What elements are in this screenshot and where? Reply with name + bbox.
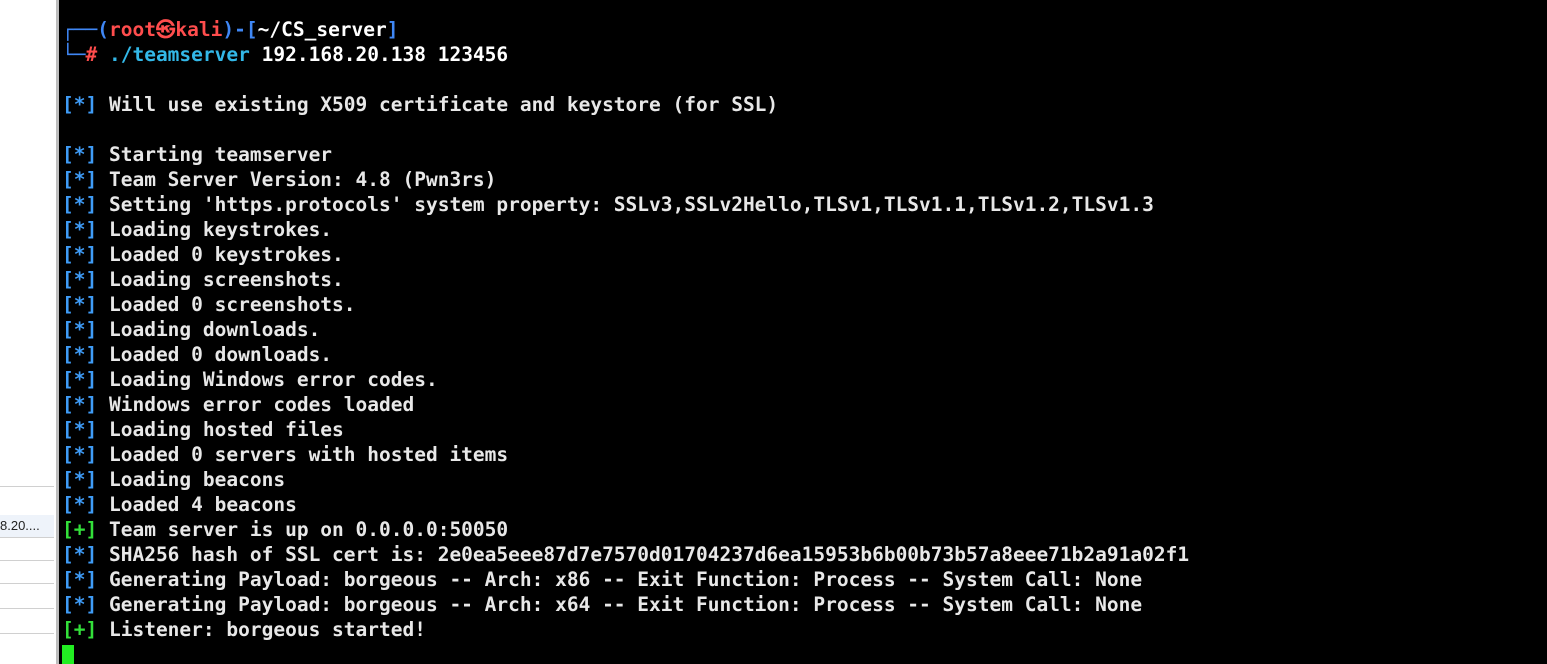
log-text: SHA256 hash of SSL cert is: 2e0ea5eee87d… xyxy=(108,543,1190,566)
info-tag: [*] xyxy=(62,193,98,216)
log-line: [*] Loading keystrokes. xyxy=(62,217,1189,242)
log-text: Loaded 0 screenshots. xyxy=(108,293,356,316)
log-line: [*] Team Server Version: 4.8 (Pwn3rs) xyxy=(62,167,1189,192)
prompt-line-1: ┌──(root㉿kali)-[~/CS_server] xyxy=(62,17,1189,42)
terminal-window[interactable]: ┌──(root㉿kali)-[~/CS_server] └─# ./teams… xyxy=(59,0,1547,664)
list-divider xyxy=(0,560,54,561)
info-tag: [*] xyxy=(62,168,98,191)
log-text: Loaded 0 servers with hosted items xyxy=(108,443,509,466)
log-text: Will use existing X509 certificate and k… xyxy=(108,93,779,116)
prompt-cwd: ~/CS_server xyxy=(257,18,387,41)
prompt-separator: )-[ xyxy=(222,18,258,41)
info-tag: [*] xyxy=(62,343,98,366)
info-tag: [*] xyxy=(62,443,98,466)
log-text: Loading Windows error codes. xyxy=(108,368,438,391)
log-line: [*] Loaded 0 servers with hosted items xyxy=(62,442,1189,467)
info-tag: [*] xyxy=(62,318,98,341)
info-tag: [*] xyxy=(62,543,98,566)
log-text: Loading downloads. xyxy=(108,318,321,341)
log-text: Loaded 0 keystrokes. xyxy=(108,243,344,266)
list-divider xyxy=(0,608,54,609)
log-text: Loading keystrokes. xyxy=(108,218,333,241)
log-line: [*] Loading downloads. xyxy=(62,317,1189,342)
log-line: [*] Loading screenshots. xyxy=(62,267,1189,292)
prompt-bracket-end: ] xyxy=(386,18,399,41)
info-tag: [*] xyxy=(62,593,98,616)
log-line: [*] Loading Windows error codes. xyxy=(62,367,1189,392)
log-text: Listener: borgeous started! xyxy=(108,618,426,641)
prompt-box-bottom: └─ xyxy=(62,43,86,66)
log-text: Loaded 4 beacons xyxy=(108,493,297,516)
log-line: [*] Generating Payload: borgeous -- Arch… xyxy=(62,567,1189,592)
info-tag: [*] xyxy=(62,243,98,266)
list-divider xyxy=(0,633,54,634)
cursor-line xyxy=(62,642,1189,664)
background-window-panel: 8.20.... xyxy=(0,0,57,664)
log-line: [*] Generating Payload: borgeous -- Arch… xyxy=(62,592,1189,617)
info-tag: [*] xyxy=(62,468,98,491)
log-text: Loading screenshots. xyxy=(108,268,344,291)
log-line: [*] Loading hosted files xyxy=(62,417,1189,442)
list-item-ip[interactable]: 8.20.... xyxy=(0,515,54,537)
log-text: Starting teamserver xyxy=(108,143,333,166)
list-divider xyxy=(0,583,54,584)
prompt-args: 192.168.20.138 123456 xyxy=(261,43,509,66)
success-tag: [+] xyxy=(62,518,98,541)
log-text: Generating Payload: borgeous -- Arch: x8… xyxy=(108,568,1143,591)
log-text: Team server is up on 0.0.0.0:50050 xyxy=(108,518,509,541)
info-tag: [*] xyxy=(62,93,98,116)
info-tag: [*] xyxy=(62,293,98,316)
log-line: [*] SHA256 hash of SSL cert is: 2e0ea5ee… xyxy=(62,542,1189,567)
info-tag: [*] xyxy=(62,143,98,166)
list-divider xyxy=(0,537,54,538)
info-tag: [*] xyxy=(62,218,98,241)
log-text: Generating Payload: borgeous -- Arch: x6… xyxy=(108,593,1143,616)
info-tag: [*] xyxy=(62,493,98,516)
log-text: Setting 'https.protocols' system propert… xyxy=(108,193,1154,216)
prompt-command: ./teamserver xyxy=(108,43,250,66)
info-tag: [*] xyxy=(62,418,98,441)
log-line: [*] Setting 'https.protocols' system pro… xyxy=(62,192,1189,217)
prompt-box-top: ┌──( xyxy=(62,18,109,41)
log-text: Windows error codes loaded xyxy=(108,393,415,416)
success-tag: [+] xyxy=(62,618,98,641)
log-line: [*] Will use existing X509 certificate a… xyxy=(62,92,1189,117)
log-text: Team Server Version: 4.8 (Pwn3rs) xyxy=(108,168,497,191)
log-text: Loaded 0 downloads. xyxy=(108,343,333,366)
log-line: [*] Loaded 0 keystrokes. xyxy=(62,242,1189,267)
log-line: [+] Team server is up on 0.0.0.0:50050 xyxy=(62,517,1189,542)
prompt-line-2: └─# ./teamserver 192.168.20.138 123456 xyxy=(62,42,1189,67)
log-line: [*] Windows error codes loaded xyxy=(62,392,1189,417)
info-tag: [*] xyxy=(62,393,98,416)
log-line: [*] Loaded 4 beacons xyxy=(62,492,1189,517)
list-divider xyxy=(0,486,54,487)
server-log: [*] Will use existing X509 certificate a… xyxy=(62,92,1189,642)
terminal-cursor xyxy=(62,644,74,664)
log-line: [*] Loaded 0 screenshots. xyxy=(62,292,1189,317)
prompt-user: root㉿kali xyxy=(108,18,223,41)
log-text: Loading beacons xyxy=(108,468,286,491)
log-line: [*] Loading beacons xyxy=(62,467,1189,492)
log-line: [*] Loaded 0 downloads. xyxy=(62,342,1189,367)
log-line: [+] Listener: borgeous started! xyxy=(62,617,1189,642)
info-tag: [*] xyxy=(62,368,98,391)
log-text: Loading hosted files xyxy=(108,418,344,441)
terminal-output: ┌──(root㉿kali)-[~/CS_server] └─# ./teams… xyxy=(62,17,1189,664)
info-tag: [*] xyxy=(62,568,98,591)
log-line: [*] Starting teamserver xyxy=(62,142,1189,167)
info-tag: [*] xyxy=(62,268,98,291)
prompt-hash: # xyxy=(85,43,98,66)
